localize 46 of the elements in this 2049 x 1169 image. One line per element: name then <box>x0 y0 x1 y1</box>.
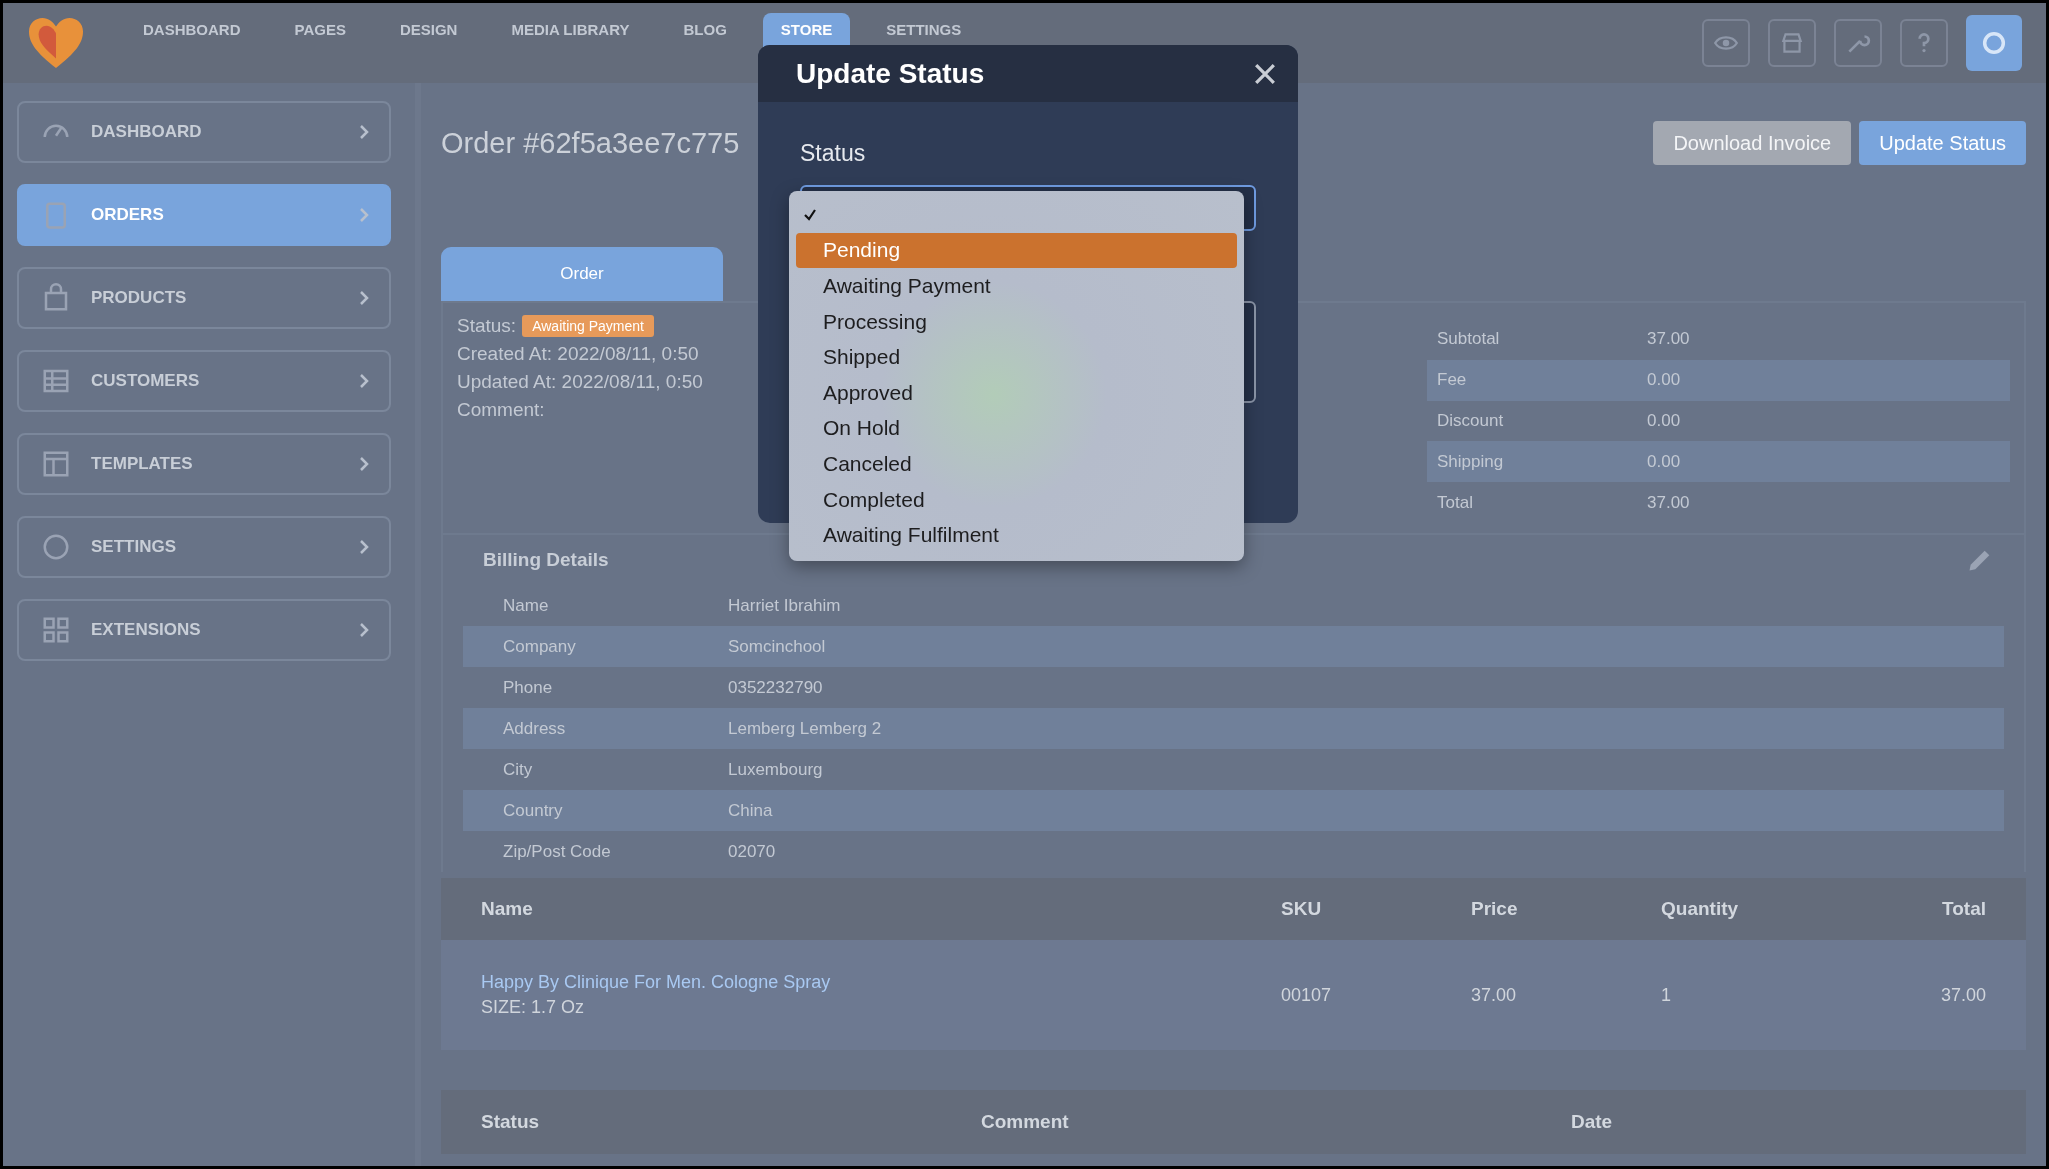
column-header: SKU <box>1281 898 1323 920</box>
field-value: Somcinchool <box>728 636 826 657</box>
summary-label: Total <box>1437 492 1474 513</box>
column-header: Status <box>481 1111 541 1133</box>
status-badge: Awaiting Payment <box>522 315 654 337</box>
summary-label: Fee <box>1437 370 1468 391</box>
summary-value: 37.00 <box>1647 329 1690 350</box>
summary-value: 0.00 <box>1647 370 1681 391</box>
field-label: Phone <box>503 677 554 698</box>
status-label: Status: <box>457 314 517 338</box>
table-cell-text: 37.00 <box>1939 984 1986 1006</box>
field-value: 0352232790 <box>728 677 823 698</box>
column-header: Total <box>1941 898 1986 920</box>
field-label: Company <box>503 636 577 657</box>
column-header: Name <box>481 898 534 920</box>
summary-label: Shipping <box>1437 451 1505 472</box>
field-label: City <box>503 759 534 780</box>
section-title: Billing Details <box>483 549 609 571</box>
summary-value: 37.00 <box>1647 492 1690 513</box>
product-option: SIZE: 1.7 Oz <box>481 997 1281 1018</box>
field-value: 02070 <box>728 841 776 862</box>
field-value: Luxembourg <box>728 759 823 780</box>
field-label: Zip/Post Code <box>503 841 612 862</box>
field-value: China <box>728 800 773 821</box>
field-value: Harriet Ibrahim <box>728 595 841 616</box>
field-label: Address <box>503 718 567 739</box>
column-header: Price <box>1471 898 1519 920</box>
table-cell-text: 1 <box>1661 984 1672 1006</box>
field-value: Lemberg Lemberg 2 <box>728 718 882 739</box>
info-text: Created At: 2022/08/11, 0:50 <box>457 342 699 366</box>
column-header: Quantity <box>1661 898 1740 920</box>
summary-value: 0.00 <box>1647 411 1681 431</box>
dialog-title: Update Status <box>796 57 985 90</box>
info-text: Comment: <box>457 398 545 422</box>
table-cell-text: 00107 <box>1281 984 1333 1006</box>
field-label: Country <box>503 800 564 821</box>
field-label: Status <box>800 140 867 167</box>
summary-label: Subtotal <box>1437 329 1501 350</box>
summary-label: Discount <box>1437 411 1505 431</box>
column-header: Date <box>1571 1111 1614 1133</box>
page-title: Order #62f5a3ee7c775 <box>441 126 740 160</box>
field-label: Name <box>503 595 550 616</box>
summary-value: 0.00 <box>1647 451 1681 472</box>
info-text: Updated At: 2022/08/11, 0:50 <box>457 370 703 394</box>
table-cell-text: 37.00 <box>1471 984 1518 1006</box>
column-header: Comment <box>981 1111 1070 1133</box>
